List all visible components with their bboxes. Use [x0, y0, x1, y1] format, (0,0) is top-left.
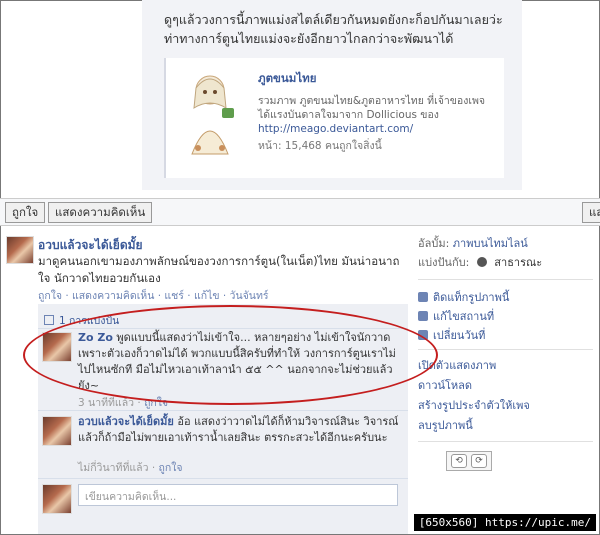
page-title-link[interactable]: ภูตขนมไทย [258, 70, 316, 88]
make-profile-label: สร้างรูปประจำตัวให้เพจ [418, 399, 530, 412]
sidebar-item-make-profile[interactable]: สร้างรูปประจำตัวให้เพจ [418, 398, 530, 414]
deviantart-link[interactable]: http://meago.deviantart.com/ [258, 123, 413, 135]
commenter-avatar[interactable] [42, 416, 72, 446]
post-body-text: มาดูคนนอกเขามองภาพลักษณ์ของวงการการ์ตูน(… [38, 254, 400, 285]
shared-post-text: ดูๆแล้ววงการนี้ภาพแม่งสไตล์เดียวกันหมดยั… [164, 12, 503, 46]
share-with-value[interactable]: สาธารณะ [494, 256, 542, 269]
album-label: อัลบั้ม: [418, 237, 450, 250]
sidebar-divider [418, 279, 593, 280]
sidebar-divider [418, 441, 593, 442]
author-avatar[interactable] [6, 236, 34, 264]
action-bar: ถูกใจ แสดงความคิดเห็น แส [0, 198, 600, 226]
sidebar-item-edit-location[interactable]: แก้ไขสถานที่ [418, 309, 494, 325]
current-user-avatar [42, 484, 72, 514]
sidebar-item-delete-photo[interactable]: ลบรูปภาพนี้ [418, 418, 473, 434]
comment-timestamp[interactable]: ไม่กี่วินาทีที่แล้ว [78, 462, 148, 474]
share-icon [44, 315, 54, 325]
change-date-label: เปลี่ยนวันที่ [433, 329, 486, 342]
share-with-row: แบ่งปันกับ: สาธารณะ [418, 255, 542, 271]
album-row: อัลบั้ม: ภาพบนไทมไลน์ [418, 236, 528, 252]
commenter-name[interactable]: อวบแล้วจะได้เย็ดมั้ย [78, 415, 174, 428]
rotate-left-icon[interactable]: ⟲ [451, 454, 467, 468]
sidebar-divider [418, 349, 593, 350]
tag-photo-label: ติดแท็กรูปภาพนี้ [433, 291, 510, 304]
page-description: รวมภาพ ภูตขนมไทย&ภูตอาหารไทย ที่เจ้าของเ… [258, 94, 498, 136]
tag-icon [418, 292, 428, 302]
edit-location-label: แก้ไขสถานที่ [433, 310, 495, 323]
highlight-ellipse [23, 305, 438, 405]
rotate-controls: ⟲ ⟳ [446, 451, 492, 471]
shared-post: ดูๆแล้ววงการนี้ภาพแม่งสไตล์เดียวกันหมดยั… [142, 0, 522, 190]
rotate-right-icon[interactable]: ⟳ [471, 454, 487, 468]
share-with-label: แบ่งปันกับ: [418, 256, 470, 269]
download-label: ดาวน์โหลด [418, 379, 473, 392]
globe-icon [476, 257, 487, 267]
post-action-links[interactable]: ถูกใจ · แสดงความคิดเห็น · แชร์ · แก้ไข ·… [38, 287, 269, 304]
shared-page-card[interactable]: ภูตขนมไทย รวมภาพ ภูตขนมไทย&ภูตอาหารไทย ท… [164, 58, 504, 178]
comment-like-link[interactable]: ถูกใจ [159, 462, 183, 474]
comment-divider [38, 410, 408, 411]
page-thumbnail-image[interactable] [178, 68, 242, 164]
sidebar-item-download[interactable]: ดาวน์โหลด [418, 378, 472, 394]
comment-meta: ไม่กี่วินาทีที่แล้ว · ถูกใจ [78, 462, 183, 474]
comment-button[interactable]: แสดงความคิดเห็น [48, 202, 153, 223]
sidebar-item-tag-photo[interactable]: ติดแท็กรูปภาพนี้ [418, 290, 509, 306]
comment-divider [38, 478, 408, 479]
show-button-partial[interactable]: แส [582, 202, 600, 223]
write-comment-input[interactable]: เขียนความคิดเห็น... [78, 484, 398, 506]
page-description-text: รวมภาพ ภูตขนมไทย&ภูตอาหารไทย ที่เจ้าของเ… [258, 95, 486, 121]
comment-timestamp[interactable]: 3 นาทีที่แล้ว [78, 397, 134, 409]
delete-photo-label: ลบรูปภาพนี้ [418, 419, 473, 432]
page-like-count: หน้า: 15,468 คนถูกใจสิ่งนี้ [258, 140, 382, 152]
album-link[interactable]: ภาพบนไทมไลน์ [453, 237, 528, 250]
comment-text: อวบแล้วจะได้เย็ดมั้ย อ้อ แสดงว่าวาดไม่ได… [78, 414, 403, 446]
upic-watermark: [650x560] https://upic.me/ [413, 514, 596, 531]
like-button[interactable]: ถูกใจ [5, 202, 46, 223]
location-pin-icon [418, 311, 428, 321]
